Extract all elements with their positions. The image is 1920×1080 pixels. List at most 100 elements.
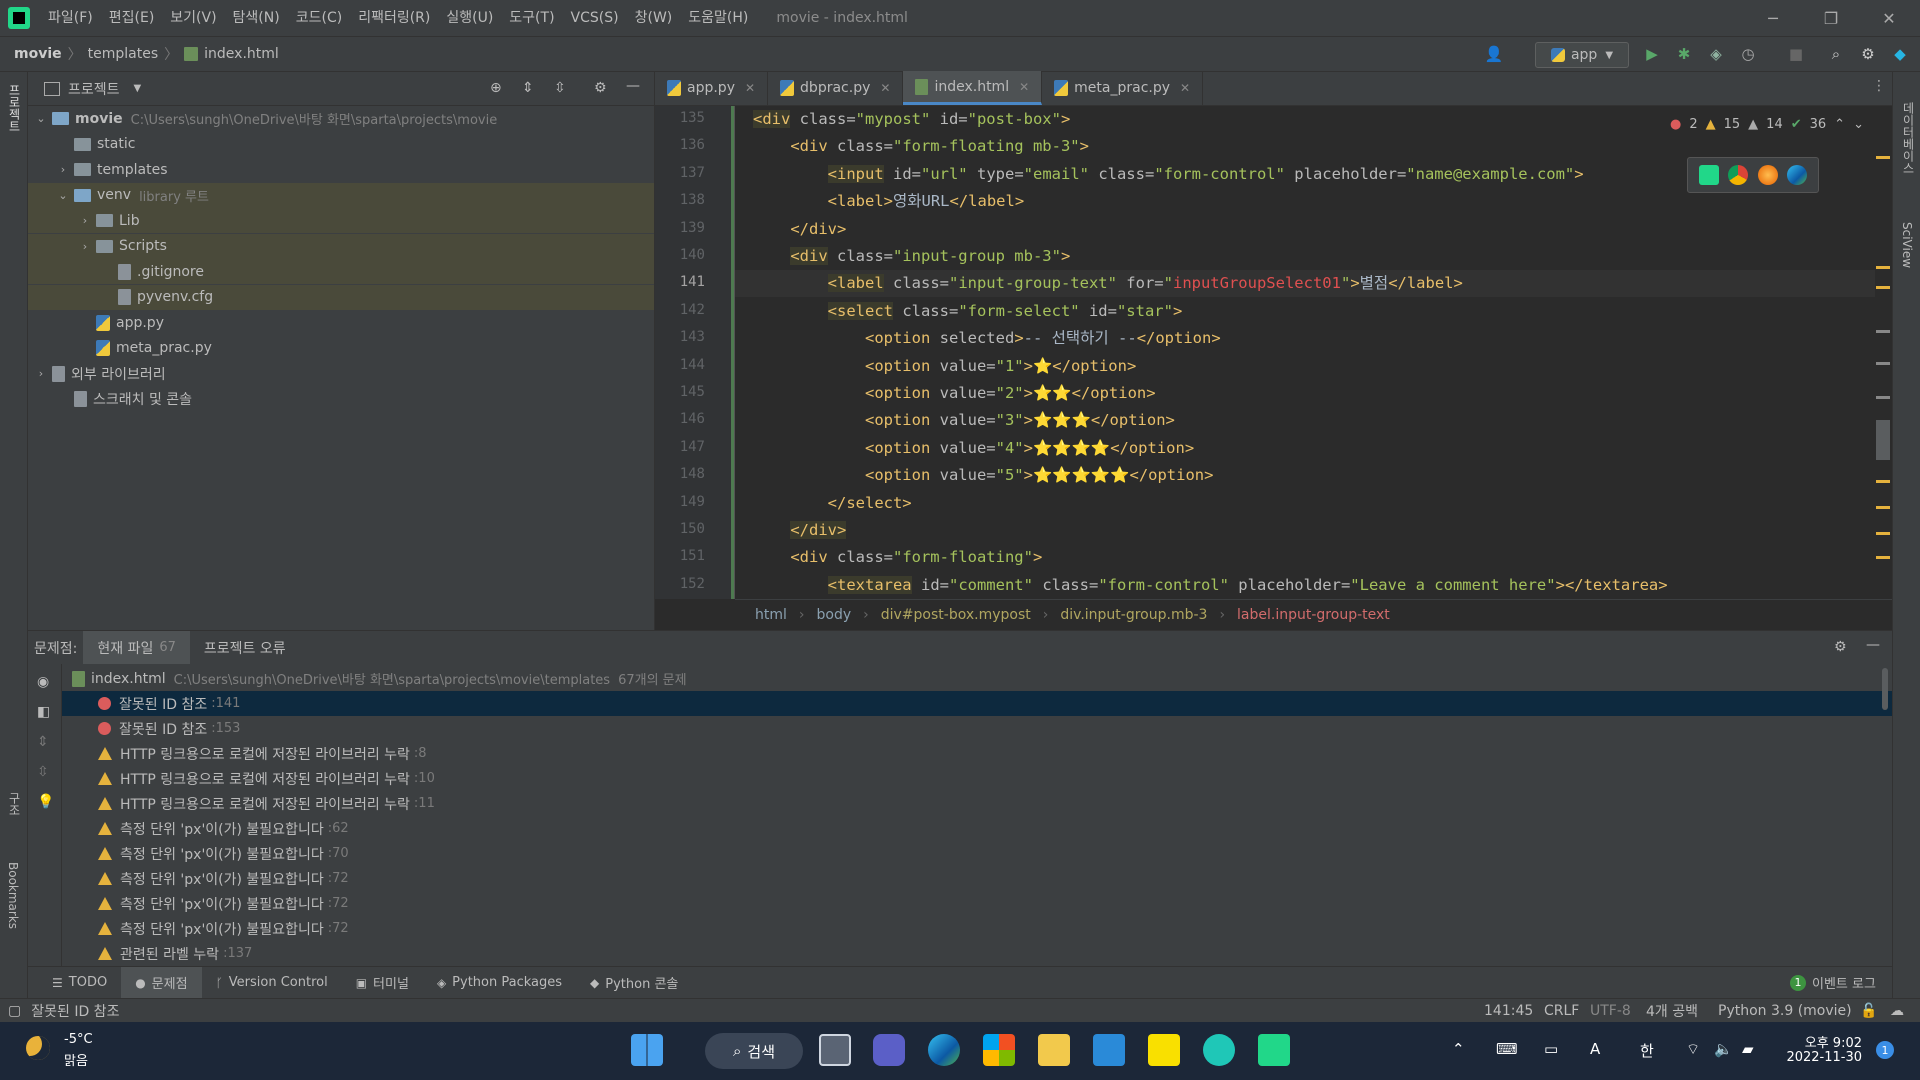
problem-item[interactable]: 잘못된 ID 참조:153 (62, 716, 1892, 741)
inspection-widget[interactable]: ● 2 ▲ 15 ▲ 14 ✔ 36 ⌃ ⌄ (1670, 112, 1864, 136)
collapse-all-icon[interactable]: ⇳ (554, 80, 566, 96)
python-interpreter[interactable]: Python 3.9 (movie) (1718, 1003, 1852, 1019)
windows-start-icon[interactable] (631, 1034, 663, 1066)
menu-item[interactable]: VCS(S) (563, 0, 627, 36)
breadcrumb-folder[interactable]: templates (88, 46, 159, 62)
tree-item[interactable]: › Scripts (28, 233, 654, 259)
problem-item[interactable]: HTTP 링크용으로 로컬에 저장된 라이브러리 누락:10 (62, 766, 1892, 791)
database-tool-tab[interactable]: 데이터베이스 (1900, 102, 1917, 174)
tree-item[interactable]: ⌄ venv library 루트 (28, 182, 654, 208)
task-view-icon[interactable] (819, 1034, 851, 1066)
code-line[interactable]: <option selected>-- 선택하기 --</option> (753, 325, 1221, 352)
close-tab-icon[interactable]: ✕ (1180, 81, 1190, 95)
menu-item[interactable]: 창(W) (627, 0, 681, 36)
breadcrumb-item[interactable]: div#post-box.mypost (881, 607, 1031, 623)
breadcrumb-item[interactable]: label.input-group-text (1237, 607, 1390, 623)
tree-item[interactable]: 스크래치 및 콘솔 (28, 387, 654, 412)
tree-item[interactable]: › Lib (28, 208, 654, 233)
ms-store-icon[interactable] (983, 1034, 1015, 1066)
tree-item[interactable]: › templates (28, 157, 654, 182)
keyboard-icon[interactable]: ⌨ (1496, 1040, 1518, 1058)
collapse-icon[interactable]: ⇳ (37, 764, 49, 780)
file-encoding[interactable]: UTF-8 (1590, 1003, 1631, 1019)
problem-item[interactable]: 측정 단위 'px'이(가) 불필요합니다:70 (62, 841, 1892, 866)
code-line[interactable]: <div class="mypost" id="post-box"> (753, 106, 1070, 133)
close-icon[interactable]: ✕ (1860, 0, 1918, 36)
ime-mode[interactable]: A (1590, 1040, 1600, 1058)
breadcrumb-item[interactable]: body (817, 607, 852, 623)
bulb-icon[interactable]: 💡 (37, 794, 54, 810)
stop-icon[interactable]: ■ (1786, 44, 1806, 64)
code-line[interactable]: </div> (753, 517, 847, 544)
restore-icon[interactable]: ❐ (1802, 0, 1860, 36)
code-line[interactable]: <div class="form-floating mb-3"> (753, 133, 1089, 160)
breadcrumb-item[interactable]: html (755, 607, 787, 623)
chevron-down-icon[interactable]: ⌄ (56, 189, 70, 202)
locate-icon[interactable]: ⊕ (490, 80, 502, 96)
code-line[interactable]: </div> (753, 216, 846, 243)
problems-scroll-thumb[interactable] (1882, 668, 1888, 710)
menu-item[interactable]: 실행(U) (438, 0, 501, 36)
problem-item[interactable]: HTTP 링크용으로 로컬에 저장된 라이브러리 누락:8 (62, 741, 1892, 766)
user-icon[interactable]: 👤 (1484, 44, 1504, 64)
code-line[interactable]: <option value="2">⭐⭐</option> (753, 380, 1156, 407)
hide-panel-icon[interactable]: — (626, 78, 640, 94)
code-line[interactable]: <div class="input-group mb-3"> (753, 243, 1070, 270)
coverage-icon[interactable]: ◈ (1706, 44, 1726, 64)
expand-all-icon[interactable]: ⇕ (522, 80, 534, 96)
pycharm-browser-icon[interactable] (1698, 165, 1719, 185)
problem-item[interactable]: 관련된 라벨 누락:137 (62, 941, 1892, 966)
preview-icon[interactable]: ◧ (37, 704, 50, 720)
bottom-tab[interactable]: ● 문제점 (121, 966, 202, 999)
lock-icon[interactable]: 🔓 (1860, 1003, 1877, 1019)
code-line[interactable]: </select> (753, 490, 912, 517)
project-tool-tab[interactable]: 프로젝트 (6, 84, 23, 132)
firefox-icon[interactable] (1757, 165, 1778, 185)
event-log[interactable]: 1 이벤트 로그 (1790, 973, 1876, 992)
line-separator[interactable]: CRLF (1544, 1003, 1579, 1019)
close-tab-icon[interactable]: ✕ (880, 81, 890, 95)
more-tabs-icon[interactable]: ⋮ (1872, 78, 1886, 94)
close-tab-icon[interactable]: ✕ (1019, 80, 1029, 94)
tree-item[interactable]: › 외부 라이브러리 (28, 361, 654, 386)
scroll-thumb[interactable] (1876, 420, 1890, 460)
menu-item[interactable]: 파일(F) (40, 0, 101, 36)
project-view-label[interactable]: 프로젝트 (68, 79, 120, 99)
sciview-tool-tab[interactable]: SciView (1900, 222, 1914, 268)
edge-icon[interactable] (1787, 165, 1808, 185)
problem-item[interactable]: 측정 단위 'px'이(가) 불필요합니다:72 (62, 916, 1892, 941)
editor-tab[interactable]: app.py ✕ (655, 71, 769, 105)
edge-icon[interactable] (928, 1034, 960, 1066)
bookmarks-tool-tab[interactable]: Bookmarks (6, 862, 20, 929)
minimize-icon[interactable]: ─ (1744, 0, 1802, 36)
profile-icon[interactable]: ◷ (1738, 44, 1758, 64)
ime-lang[interactable]: 한 (1640, 1040, 1654, 1061)
tablet-icon[interactable]: ▭ (1544, 1040, 1558, 1058)
bottom-tab[interactable]: ◈ Python Packages (423, 967, 576, 999)
code-line[interactable]: <option value="4">⭐⭐⭐⭐</option> (753, 435, 1194, 462)
caret-position[interactable]: 141:45 (1484, 1003, 1533, 1019)
tab-current-file[interactable]: 현재 파일 67 (83, 630, 190, 665)
chevron-right-icon[interactable]: › (56, 163, 70, 176)
tree-item[interactable]: meta_prac.py (28, 336, 654, 361)
wifi-icon[interactable]: ⌔ (1686, 1040, 1700, 1059)
problem-item[interactable]: 측정 단위 'px'이(가) 불필요합니다:72 (62, 866, 1892, 891)
gear-icon[interactable]: ⚙ (594, 80, 607, 96)
code-line[interactable]: <textarea id="comment" class="form-contr… (753, 572, 1668, 599)
bottom-tab[interactable]: ◆ Python 콘솔 (576, 967, 692, 999)
menu-item[interactable]: 탐색(N) (225, 0, 288, 36)
bottom-tab[interactable]: ᚴ Version Control (202, 967, 342, 999)
code-line[interactable]: <label class="input-group-text" for="inp… (735, 270, 1875, 298)
hide-panel-icon[interactable]: — (1866, 637, 1880, 653)
editor-tab[interactable]: index.html ✕ (903, 71, 1043, 105)
code-line[interactable]: <option value="3">⭐⭐⭐</option> (753, 407, 1175, 434)
code-line[interactable]: <input id="url" type="email" class="form… (753, 161, 1584, 188)
problem-item[interactable]: 측정 단위 'px'이(가) 불필요합니다:72 (62, 891, 1892, 916)
bottom-tab[interactable]: ▣ 터미널 (342, 967, 423, 999)
problem-file-row[interactable]: index.html C:\Users\sungh\OneDrive\바탕 화면\… (62, 666, 1892, 691)
tree-item[interactable]: static (28, 132, 654, 157)
chevron-right-icon[interactable]: › (78, 214, 92, 227)
close-tab-icon[interactable]: ✕ (745, 81, 755, 95)
chevron-up-icon[interactable]: ⌃ (1452, 1040, 1465, 1058)
problem-item[interactable]: HTTP 링크용으로 로컬에 저장된 라이브러리 누락:11 (62, 791, 1892, 816)
